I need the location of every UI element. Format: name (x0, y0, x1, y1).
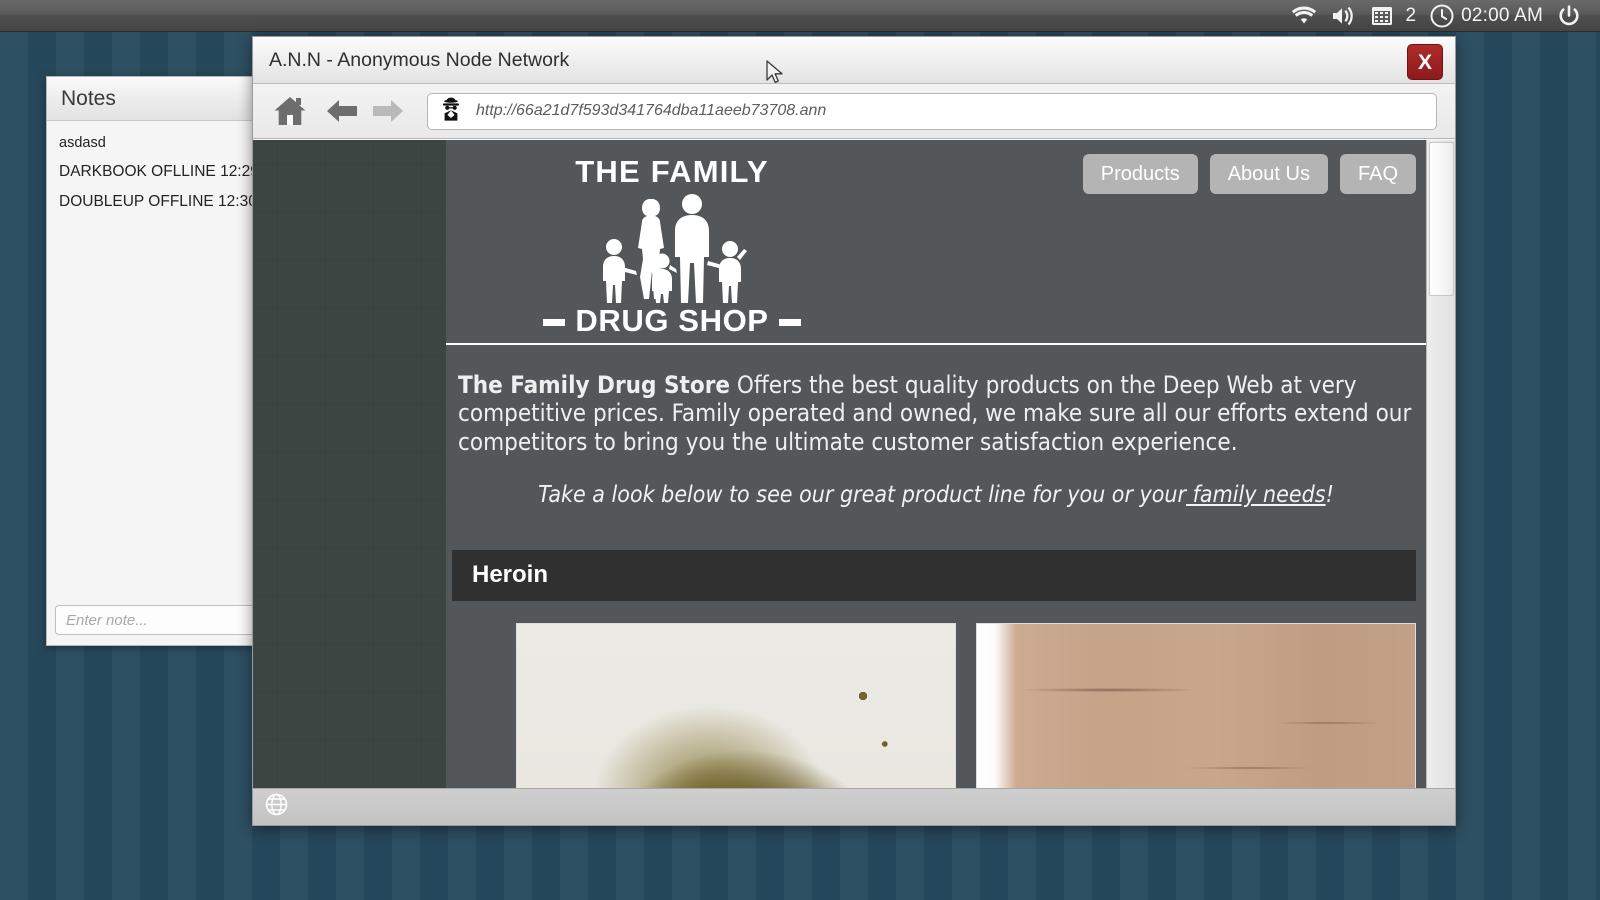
forward-arrow-icon[interactable] (365, 97, 411, 125)
calendar-count: 2 (1405, 4, 1417, 26)
intro-sub-suffix: ! (1325, 481, 1334, 508)
page-viewport: Products About Us FAQ THE FAMILY DRUG SH… (253, 139, 1455, 788)
browser-titlebar[interactable]: A.N.N - Anonymous Node Network X (253, 37, 1455, 84)
globe-icon[interactable] (265, 793, 288, 821)
url-bar[interactable]: http://66a21d7f593d341764dba11aeeb73708.… (427, 92, 1437, 130)
product-card[interactable] (976, 622, 1416, 788)
nav-link-products[interactable]: Products (1082, 154, 1198, 194)
section-heading-heroin: Heroin (452, 549, 1416, 601)
wifi-icon[interactable] (1284, 0, 1324, 32)
clock-icon[interactable] (1416, 0, 1456, 32)
logo-top-text: THE FAMILY (575, 154, 769, 189)
nav-link-faq[interactable]: FAQ (1339, 154, 1416, 194)
browser-window: A.N.N - Anonymous Node Network X http://… (252, 36, 1456, 826)
site-logo[interactable]: THE FAMILY DRUG SHOP (462, 154, 882, 339)
website-page: Products About Us FAQ THE FAMILY DRUG SH… (446, 140, 1426, 788)
calendar-icon[interactable] (1364, 0, 1400, 32)
home-icon[interactable] (267, 95, 313, 127)
url-text: http://66a21d7f593d341764dba11aeeb73708.… (476, 102, 827, 119)
logo-bottom-text: DRUG SHOP (462, 303, 882, 339)
logo-dash-left (543, 318, 566, 326)
page-scrollbar[interactable] (1426, 140, 1455, 788)
product-card[interactable] (516, 622, 956, 788)
browser-toolbar: http://66a21d7f593d341764dba11aeeb73708.… (253, 84, 1455, 139)
clock-time: 02:00 AM (1461, 4, 1543, 26)
volume-icon[interactable] (1324, 0, 1364, 32)
spy-icon (438, 96, 464, 127)
site-header: Products About Us FAQ THE FAMILY DRUG SH… (446, 140, 1426, 345)
product-image-olive-brown-powder-pile (517, 623, 955, 788)
nav-link-about-us[interactable]: About Us (1209, 154, 1328, 194)
close-button[interactable]: X (1407, 44, 1443, 80)
window-title: A.N.N - Anonymous Node Network (269, 48, 570, 71)
page-scrollbar-thumb[interactable] (1429, 142, 1454, 296)
logo-dash-right (778, 318, 801, 326)
family-silhouette-icon (462, 189, 882, 307)
desktop-background: 2 02:00 AM Notes asdasd DARKBOOK OFLLINE… (0, 0, 1600, 900)
intro-strong-text: The Family Drug Store (458, 371, 730, 399)
notes-title: Notes (61, 86, 116, 110)
power-icon[interactable] (1543, 0, 1588, 32)
intro-sub-prefix: Take a look below to see our great produ… (538, 481, 1187, 508)
site-nav: Products About Us FAQ (1082, 154, 1416, 194)
intro-section: The Family Drug Store Offers the best qu… (446, 345, 1426, 512)
system-tray-bar: 2 02:00 AM (0, 0, 1600, 32)
product-row (446, 601, 1426, 788)
browser-statusbar (253, 788, 1455, 825)
family-needs-link[interactable]: family needs (1186, 482, 1326, 508)
logo-bottom-label: DRUG SHOP (575, 302, 769, 338)
product-image-tan-powder-texture (977, 623, 1415, 788)
intro-paragraph: The Family Drug Store Offers the best qu… (458, 371, 1414, 456)
intro-subline: Take a look below to see our great produ… (458, 482, 1414, 508)
back-arrow-icon[interactable] (313, 97, 365, 125)
